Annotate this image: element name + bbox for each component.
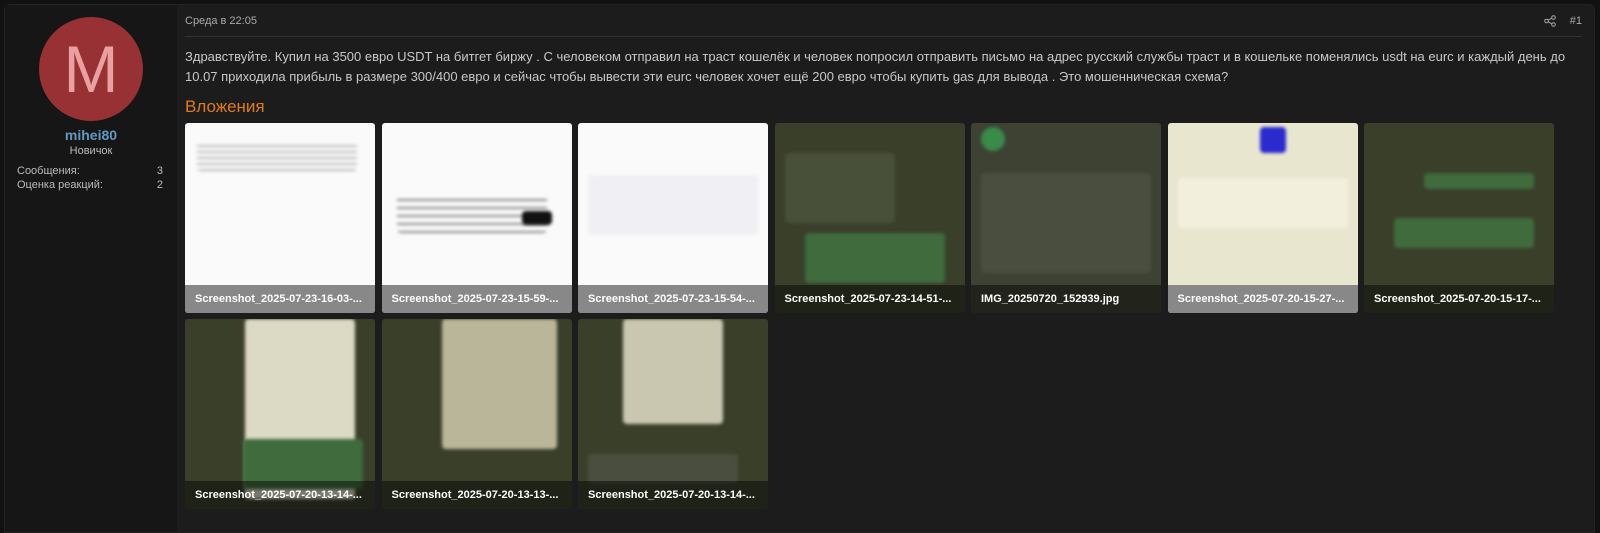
attachment-thumbnail[interactable]: Screenshot_2025-07-20-15-27-...	[1167, 123, 1358, 313]
post-date[interactable]: Среда в 22:05	[185, 15, 257, 27]
attachment-filename: Screenshot_2025-07-23-14-51-...	[774, 285, 965, 313]
attachment-filename: Screenshot_2025-07-23-15-59-...	[381, 285, 572, 313]
attachment-filename: Screenshot_2025-07-20-15-27-...	[1167, 285, 1358, 313]
post-arrow	[177, 35, 185, 51]
attachment-filename: Screenshot_2025-07-20-13-13-...	[381, 481, 572, 509]
user-title: Новичок	[69, 145, 113, 157]
attachment-thumbnail[interactable]: Screenshot_2025-07-20-13-14-...	[578, 319, 768, 509]
attachment-filename: Screenshot_2025-07-20-13-14-...	[578, 481, 768, 509]
attachment-thumbnail[interactable]: Screenshot_2025-07-20-13-13-...	[381, 319, 572, 509]
stat-label: Оценка реакций:	[17, 179, 103, 191]
stat-label: Сообщения:	[17, 165, 80, 177]
attachment-filename: Screenshot_2025-07-23-15-54-...	[578, 285, 768, 313]
stat-value: 2	[156, 179, 163, 191]
attachment-thumbnail[interactable]: Screenshot_2025-07-23-16-03-...	[185, 123, 375, 313]
attachment-filename: Screenshot_2025-07-20-13-14-...	[185, 481, 375, 509]
attachment-filename: Screenshot_2025-07-23-16-03-...	[185, 285, 375, 313]
attachment-filename: IMG_20250720_152939.jpg	[971, 285, 1161, 313]
attachment-thumbnail[interactable]: Screenshot_2025-07-23-15-54-...	[578, 123, 768, 313]
post: M mihei80 Новичок Сообщения: 3 Оценка реа…	[4, 4, 1595, 533]
stat-value: 3	[156, 165, 163, 177]
attachments-grid: Screenshot_2025-07-23-16-03-... Screensh…	[185, 123, 1554, 509]
user-cell: M mihei80 Новичок Сообщения: 3 Оценка реа…	[5, 5, 177, 532]
post-header: Среда в 22:05 #1	[185, 5, 1582, 37]
stat-reactions: Оценка реакций: 2	[17, 179, 163, 191]
attachment-thumbnail[interactable]: IMG_20250720_152939.jpg	[971, 123, 1161, 313]
attachment-thumbnail[interactable]: Screenshot_2025-07-20-13-14-...	[185, 319, 375, 509]
stat-messages: Сообщения: 3	[17, 165, 163, 177]
attachment-filename: Screenshot_2025-07-20-15-17-...	[1364, 285, 1554, 313]
post-number[interactable]: #1	[1570, 15, 1582, 27]
attachment-thumbnail[interactable]: Screenshot_2025-07-23-14-51-...	[774, 123, 965, 313]
post-text: Здравствуйте. Купил на 3500 евро USDT на…	[185, 49, 1566, 84]
attachment-thumbnail[interactable]: Screenshot_2025-07-20-15-17-...	[1364, 123, 1554, 313]
share-icon[interactable]	[1543, 14, 1556, 27]
username-link[interactable]: mihei80	[5, 127, 177, 143]
attachments-title: Вложения	[185, 97, 265, 116]
avatar[interactable]: M	[39, 17, 143, 121]
attachment-thumbnail[interactable]: Screenshot_2025-07-23-15-59-...	[381, 123, 572, 313]
